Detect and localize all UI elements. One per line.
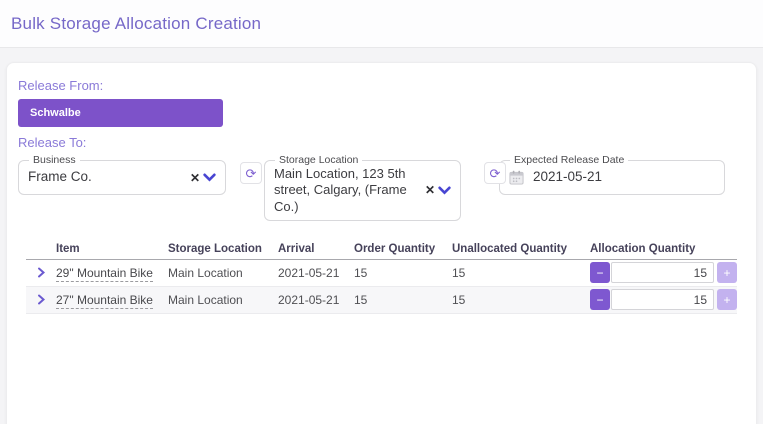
business-field-label: Business bbox=[33, 154, 76, 166]
table-header-row: Item Storage Location Arrival Order Quan… bbox=[26, 243, 737, 260]
column-header-order-quantity: Order Quantity bbox=[354, 242, 436, 255]
column-header-arrival: Arrival bbox=[278, 242, 315, 255]
clear-icon[interactable]: ✕ bbox=[425, 183, 435, 197]
refresh-icon: ⟳ bbox=[489, 165, 501, 181]
chevron-down-icon[interactable] bbox=[203, 173, 216, 182]
item-link[interactable]: 29" Mountain Bike bbox=[56, 265, 153, 282]
cell-order-quantity: 15 bbox=[354, 292, 368, 307]
chevron-right-icon bbox=[37, 294, 45, 305]
cell-unallocated-quantity: 15 bbox=[452, 292, 466, 307]
item-link[interactable]: 27" Mountain Bike bbox=[56, 292, 153, 309]
refresh-icon: ⟳ bbox=[245, 165, 257, 181]
increment-button[interactable]: + bbox=[717, 262, 737, 284]
decrement-button[interactable]: − bbox=[590, 262, 610, 284]
storage-location-field-label: Storage Location bbox=[279, 154, 359, 166]
release-from-badge[interactable]: Schwalbe bbox=[18, 99, 223, 127]
page-title: Bulk Storage Allocation Creation bbox=[11, 13, 262, 33]
cell-storage-location: Main Location bbox=[168, 265, 243, 280]
release-to-fields: Business Frame Co. ✕ Storage Location Ma… bbox=[18, 154, 745, 221]
increment-button[interactable]: + bbox=[717, 289, 737, 311]
cell-unallocated-quantity: 15 bbox=[452, 265, 466, 280]
table-row: 27" Mountain Bike Main Location 2021-05-… bbox=[26, 286, 737, 314]
content-card: Release From: Schwalbe Release To: Busin… bbox=[6, 62, 757, 424]
column-header-item: Item bbox=[56, 242, 80, 255]
expected-release-date-field[interactable]: Expected Release Date 2021-05-21 bbox=[499, 154, 725, 195]
allocation-quantity-input[interactable] bbox=[611, 262, 714, 284]
column-header-allocation-quantity: Allocation Quantity bbox=[590, 242, 696, 255]
allocation-quantity-stepper: − + bbox=[590, 262, 737, 284]
release-to-label: Release To: bbox=[18, 135, 87, 150]
column-header-storage-location: Storage Location bbox=[168, 242, 262, 255]
cell-arrival: 2021-05-21 bbox=[278, 265, 340, 280]
cell-arrival: 2021-05-21 bbox=[278, 292, 340, 307]
business-value: Frame Co. bbox=[28, 169, 92, 185]
storage-location-select[interactable]: Storage Location Main Location, 123 5th … bbox=[264, 154, 461, 221]
row-expander-button[interactable] bbox=[26, 294, 56, 305]
calendar-icon bbox=[509, 170, 524, 185]
allocation-table: Item Storage Location Arrival Order Quan… bbox=[26, 243, 737, 314]
decrement-button[interactable]: − bbox=[590, 289, 610, 311]
row-expander-button[interactable] bbox=[26, 267, 56, 278]
refresh-business-button[interactable]: ⟳ bbox=[240, 162, 262, 184]
allocation-quantity-input[interactable] bbox=[611, 289, 714, 311]
table-row: 29" Mountain Bike Main Location 2021-05-… bbox=[26, 260, 737, 287]
expected-release-date-value: 2021-05-21 bbox=[533, 169, 603, 185]
column-header-unallocated-quantity: Unallocated Quantity bbox=[452, 242, 568, 255]
refresh-storage-location-button[interactable]: ⟳ bbox=[484, 162, 506, 184]
storage-location-value: Main Location, 123 5th street, Calgary, … bbox=[274, 166, 407, 214]
chevron-right-icon bbox=[37, 267, 45, 278]
clear-icon[interactable]: ✕ bbox=[190, 171, 200, 185]
cell-order-quantity: 15 bbox=[354, 265, 368, 280]
release-from-label: Release From: bbox=[18, 78, 104, 93]
expected-release-date-label: Expected Release Date bbox=[514, 154, 625, 166]
allocation-quantity-stepper: − + bbox=[590, 289, 737, 311]
business-select[interactable]: Business Frame Co. ✕ bbox=[18, 154, 226, 195]
chevron-down-icon[interactable] bbox=[438, 186, 451, 195]
app-header: Bulk Storage Allocation Creation bbox=[0, 0, 763, 48]
cell-storage-location: Main Location bbox=[168, 292, 243, 307]
